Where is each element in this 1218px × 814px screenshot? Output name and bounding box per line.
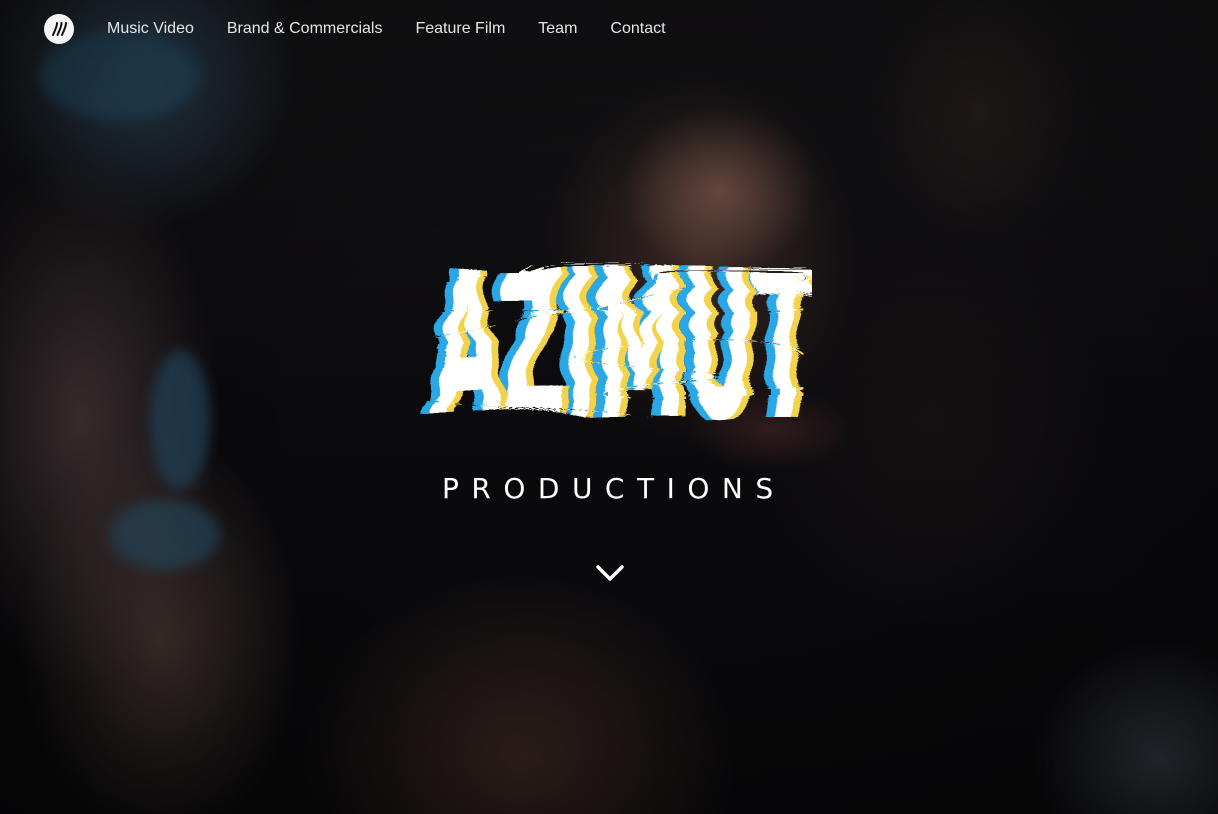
nav-link-contact[interactable]: Contact bbox=[610, 20, 665, 38]
brand-wordmark-main: AZIMUT bbox=[425, 256, 807, 454]
azimut-logo-icon[interactable] bbox=[44, 14, 74, 44]
nav-link-music-video[interactable]: Music Video bbox=[107, 20, 194, 38]
brand-wordmark: AZIMUT AZIMUT AZIMUT bbox=[420, 256, 812, 454]
nav-link-feature-film[interactable]: Feature Film bbox=[415, 20, 505, 38]
nav-link-brand-commercials[interactable]: Brand & Commercials bbox=[227, 20, 383, 38]
hero-section: Music Video Brand & Commercials Feature … bbox=[0, 0, 1218, 814]
chevron-down-icon[interactable] bbox=[595, 562, 625, 584]
brand-logo: AZIMUT AZIMUT AZIMUT PRODUCTIONS bbox=[420, 256, 812, 506]
nav-link-team[interactable]: Team bbox=[538, 20, 577, 38]
top-navigation: Music Video Brand & Commercials Feature … bbox=[0, 0, 1218, 58]
brand-subtitle: PRODUCTIONS bbox=[442, 472, 786, 505]
